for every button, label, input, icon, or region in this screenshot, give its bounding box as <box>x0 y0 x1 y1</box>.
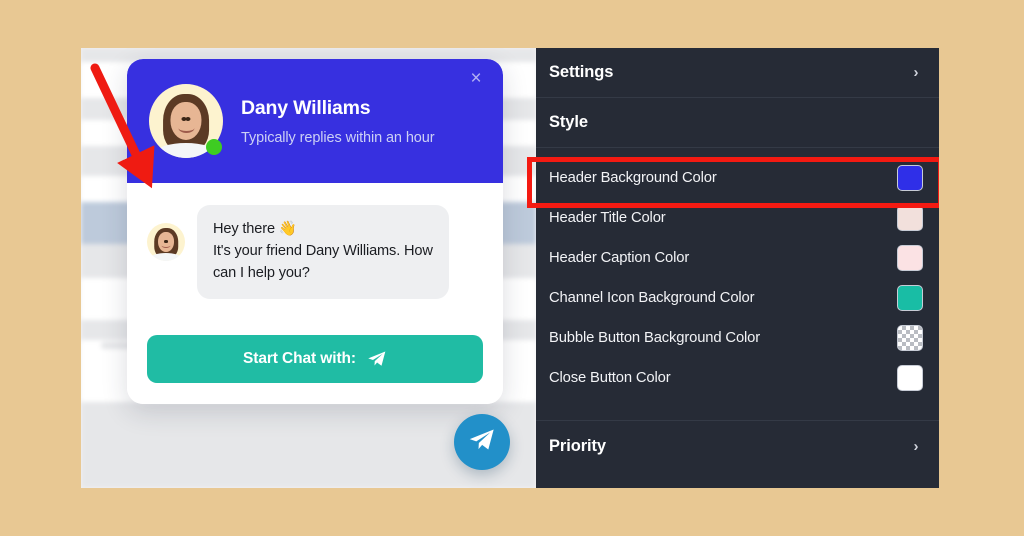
agent-name: Dany Williams <box>241 97 434 120</box>
message-line-1: Hey there 👋 <box>213 218 433 240</box>
color-swatch-channel-icon-background[interactable] <box>897 285 923 311</box>
color-swatch-header-caption[interactable] <box>897 245 923 271</box>
start-chat-button[interactable]: Start Chat with: <box>147 335 483 383</box>
screenshot-canvas: × Dany Williams Typically replies within… <box>81 48 939 488</box>
color-swatch-bubble-button-background[interactable] <box>897 325 923 351</box>
setting-label: Header Background Color <box>549 170 717 186</box>
avatar-eye-right <box>185 117 190 121</box>
setting-label: Bubble Button Background Color <box>549 330 760 346</box>
message-bubble: Hey there 👋 It's your friend Dany Willia… <box>197 205 449 299</box>
header-text-block: Dany Williams Typically replies within a… <box>241 97 434 146</box>
setting-label: Close Button Color <box>549 370 671 386</box>
section-style-label: Style <box>549 113 588 132</box>
telegram-plane-icon <box>468 426 496 459</box>
section-settings[interactable]: Settings › <box>536 48 939 98</box>
section-style[interactable]: Style ⱟ <box>536 98 939 148</box>
chat-widget-body: Hey there 👋 It's your friend Dany Willia… <box>127 183 503 404</box>
chat-widget: × Dany Williams Typically replies within… <box>127 59 503 404</box>
style-options-list: Header Background Color Header Title Col… <box>536 148 939 398</box>
message-row: Hey there 👋 It's your friend Dany Willia… <box>147 205 483 299</box>
start-chat-label: Start Chat with: <box>243 350 356 368</box>
setting-header-background-color[interactable]: Header Background Color <box>536 158 939 198</box>
section-priority-label: Priority <box>549 437 606 456</box>
agent-caption: Typically replies within an hour <box>241 130 434 146</box>
chat-widget-header: × Dany Williams Typically replies within… <box>127 59 503 183</box>
message-line-3: can I help you? <box>213 262 433 284</box>
chevron-right-icon: › <box>909 64 923 81</box>
setting-label: Header Title Color <box>549 210 666 226</box>
color-swatch-header-title[interactable] <box>897 205 923 231</box>
priority-section-wrap: Priority › <box>536 420 939 471</box>
telegram-plane-icon <box>367 349 387 369</box>
message-line-2: It's your friend Dany Williams. How <box>213 240 433 262</box>
color-swatch-header-background[interactable] <box>897 165 923 191</box>
panel-spacer <box>536 398 939 420</box>
chevron-down-icon: ⱟ <box>909 114 923 131</box>
avatar-smile <box>161 243 170 248</box>
setting-label: Channel Icon Background Color <box>549 290 754 306</box>
chat-bubble-button[interactable] <box>454 414 510 470</box>
setting-label: Header Caption Color <box>549 250 689 266</box>
avatar-shirt <box>151 253 181 261</box>
section-priority[interactable]: Priority › <box>536 421 939 471</box>
online-status-dot <box>206 139 222 155</box>
setting-header-title-color[interactable]: Header Title Color <box>536 198 939 238</box>
avatar-face <box>158 232 174 252</box>
settings-panel: Settings › Style ⱟ Header Background Col… <box>536 48 939 488</box>
chevron-right-icon: › <box>909 438 923 455</box>
setting-bubble-button-background-color[interactable]: Bubble Button Background Color <box>536 318 939 358</box>
message-avatar <box>147 223 185 261</box>
avatar-smile <box>178 123 194 133</box>
color-swatch-close-button[interactable] <box>897 365 923 391</box>
close-icon[interactable]: × <box>465 68 487 90</box>
setting-header-caption-color[interactable]: Header Caption Color <box>536 238 939 278</box>
avatar <box>149 84 223 158</box>
setting-channel-icon-background-color[interactable]: Channel Icon Background Color <box>536 278 939 318</box>
section-settings-label: Settings <box>549 63 613 82</box>
setting-close-button-color[interactable]: Close Button Color <box>536 358 939 398</box>
